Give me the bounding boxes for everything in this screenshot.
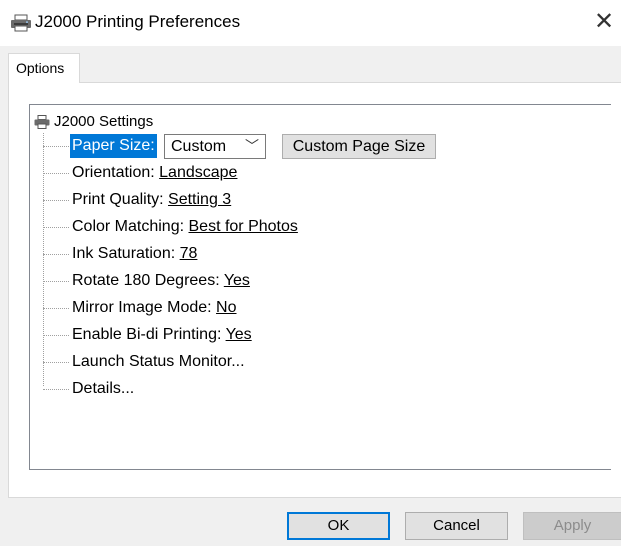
tree-item-bidi-printing[interactable]: Enable Bi-di Printing: Yes [43,322,603,348]
close-button[interactable]: ✕ [587,6,621,40]
tree-connector [43,362,69,363]
ink-saturation-value-link[interactable]: 78 [180,245,198,262]
tree-item-orientation[interactable]: Orientation: Landscape [43,160,603,186]
tree-connector [43,335,69,336]
tab-options[interactable]: Options [8,53,80,83]
tab-options-label: Options [16,60,65,76]
tree-connector [43,254,69,255]
tree-connector [43,389,69,390]
settings-tree[interactable]: J2000 Settings Paper Size: Custom ﹀ Cust… [29,104,611,470]
mirror-image-value-link[interactable]: No [216,299,236,316]
paper-size-select[interactable]: Custom ﹀ [164,134,266,159]
tree-item-ink-saturation[interactable]: Ink Saturation: 78 [43,241,603,267]
tree-item-label: Ink Saturation: [72,245,180,262]
close-icon: ✕ [593,8,615,35]
tree-item-rotate-180[interactable]: Rotate 180 Degrees: Yes [43,268,603,294]
paper-size-value: Custom [171,138,227,155]
tree-connector [43,173,69,174]
rotate-180-value-link[interactable]: Yes [224,272,250,289]
tree-item-label: Color Matching: [72,218,189,235]
tree-item-label: Mirror Image Mode: [72,299,217,316]
tree-connector [43,146,69,147]
window-title: J2000 Printing Preferences [35,12,241,31]
apply-button[interactable]: Apply [523,512,621,540]
tree-item-label: Print Quality: [72,191,169,208]
tree-item-launch-status-monitor[interactable]: Launch Status Monitor... [43,349,603,375]
title-bar: J2000 Printing Preferences ✕ [0,0,621,46]
bidi-printing-value-link[interactable]: Yes [226,326,252,343]
tree-item-label: Enable Bi-di Printing: [72,326,226,343]
printer-icon [34,115,50,129]
tree-item-print-quality[interactable]: Print Quality: Setting 3 [43,187,603,213]
tree-connector [43,200,69,201]
color-matching-value-link[interactable]: Best for Photos [189,218,298,235]
tree-item-label: Orientation: [72,164,160,181]
tree-item-label: Rotate 180 Degrees: [72,272,224,289]
tree-root-label: J2000 Settings [54,113,154,130]
tree-item-label: Launch Status Monitor... [72,353,245,370]
tree-item-details[interactable]: Details... [43,376,603,402]
print-quality-value-link[interactable]: Setting 3 [168,191,231,208]
tree-connector [43,227,69,228]
tree-item-mirror-image[interactable]: Mirror Image Mode: No [43,295,603,321]
options-panel: J2000 Settings Paper Size: Custom ﹀ Cust… [8,82,621,498]
orientation-value-link[interactable]: Landscape [159,164,237,181]
custom-page-size-button[interactable]: Custom Page Size [282,134,436,159]
printer-icon [11,14,31,32]
tree-item-label: Details... [72,380,135,397]
tree-connector [43,281,69,282]
tree-connector [43,308,69,309]
tree-item-color-matching[interactable]: Color Matching: Best for Photos [43,214,603,240]
cancel-button[interactable]: Cancel [405,512,508,540]
tree-item-label: Paper Size: [70,134,157,158]
chevron-down-icon: ﹀ [245,138,259,154]
tree-item-paper-size[interactable]: Paper Size: Custom ﹀ Custom Page Size [43,133,603,159]
ok-button[interactable]: OK [287,512,390,540]
